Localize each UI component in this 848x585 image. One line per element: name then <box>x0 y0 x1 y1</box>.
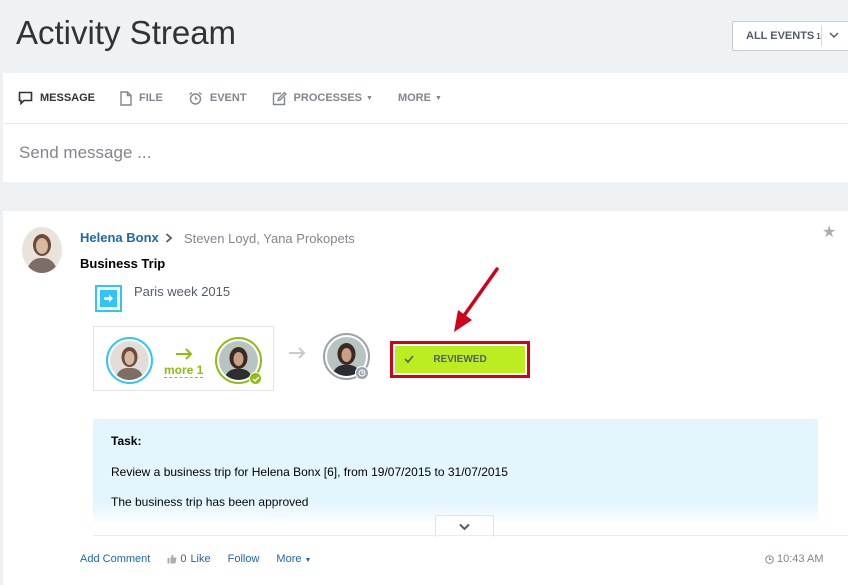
pending-clock-icon <box>355 366 369 380</box>
more-participants-link[interactable]: more 1 <box>164 364 204 378</box>
feed-post: Helena Bonx Steven Loyd, Yana Prokopets … <box>3 211 848 585</box>
chevron-down-icon[interactable] <box>829 30 839 40</box>
thumbs-up-icon <box>167 554 177 564</box>
tab-message-label: MESSAGE <box>40 92 96 104</box>
arrow-right-icon <box>289 347 306 359</box>
caret-down-icon: ▼ <box>434 94 442 102</box>
post-recipients[interactable]: Steven Loyd, Yana Prokopets <box>184 231 355 246</box>
tab-file-label: FILE <box>139 92 163 104</box>
trip-name: Paris week 2015 <box>134 284 231 299</box>
process-entry-icon <box>95 285 122 312</box>
arrow-right-icon <box>176 348 193 360</box>
like-count: 0 <box>180 553 187 565</box>
events-filter-label: ALL EVENTS <box>746 30 815 42</box>
chevron-down-icon <box>459 523 470 530</box>
author-avatar[interactable] <box>22 227 62 273</box>
participant-avatar[interactable] <box>110 341 149 380</box>
approved-check-icon <box>249 372 262 385</box>
edit-icon <box>272 91 287 105</box>
tab-event[interactable]: EVENT <box>188 91 247 106</box>
tab-event-label: EVENT <box>209 92 247 104</box>
task-label: Task: <box>111 434 142 448</box>
post-actions: Add Comment 0 Like Follow More ▼ <box>80 553 328 565</box>
more-actions-button[interactable]: More ▼ <box>276 553 311 565</box>
post-time: 10:43 AM <box>777 553 824 565</box>
chevron-right-icon <box>165 233 173 243</box>
page-title: Activity Stream <box>16 14 237 51</box>
task-description: Review a business trip for Helena Bonx [… <box>111 465 508 479</box>
events-filter-button[interactable]: ALL EVENTS 1 <box>732 21 848 51</box>
post-title: Business Trip <box>80 256 166 271</box>
status-label: REVIEWED <box>433 354 487 365</box>
tab-processes-label: PROCESSES <box>293 92 363 104</box>
send-message-input[interactable] <box>3 125 848 181</box>
task-details: Task: Review a business trip for Helena … <box>93 419 818 525</box>
file-icon <box>120 90 132 106</box>
annotation-arrow-icon <box>454 267 499 332</box>
events-filter-separator <box>821 26 822 46</box>
post-divider <box>93 535 848 536</box>
caret-down-icon: ▼ <box>366 94 373 102</box>
tab-processes[interactable]: PROCESSES ▼ <box>272 91 373 106</box>
check-icon <box>404 355 414 363</box>
post-author-link[interactable]: Helena Bonx <box>80 230 159 245</box>
clock-icon <box>765 554 774 564</box>
alarm-clock-icon <box>188 91 202 105</box>
workflow-participants: more 1 <box>93 326 274 391</box>
add-comment-link[interactable]: Add Comment <box>80 553 150 565</box>
tab-more-label: MORE <box>397 92 431 104</box>
status-badge: REVIEWED <box>395 346 525 373</box>
like-label: Like <box>190 553 211 565</box>
message-composer: MESSAGE FILE EVENT PROCESSES ▼ MORE ▼ <box>3 73 848 182</box>
like-button[interactable]: 0 Like <box>167 553 211 565</box>
caret-down-icon: ▼ <box>304 557 312 564</box>
post-timestamp: 10:43 AM <box>765 553 823 565</box>
composer-tabs: MESSAGE FILE EVENT PROCESSES ▼ MORE ▼ <box>3 73 848 124</box>
follow-link[interactable]: Follow <box>228 553 260 565</box>
message-icon <box>18 91 33 105</box>
tab-more[interactable]: MORE ▼ <box>398 92 442 104</box>
tab-message[interactable]: MESSAGE <box>18 91 95 105</box>
tab-file[interactable]: FILE <box>120 90 163 106</box>
status-highlight-frame: REVIEWED <box>390 341 530 378</box>
more-actions-label: More <box>276 553 302 565</box>
expand-post-button[interactable] <box>435 515 494 537</box>
favorite-star-icon[interactable]: ★ <box>822 222 836 242</box>
